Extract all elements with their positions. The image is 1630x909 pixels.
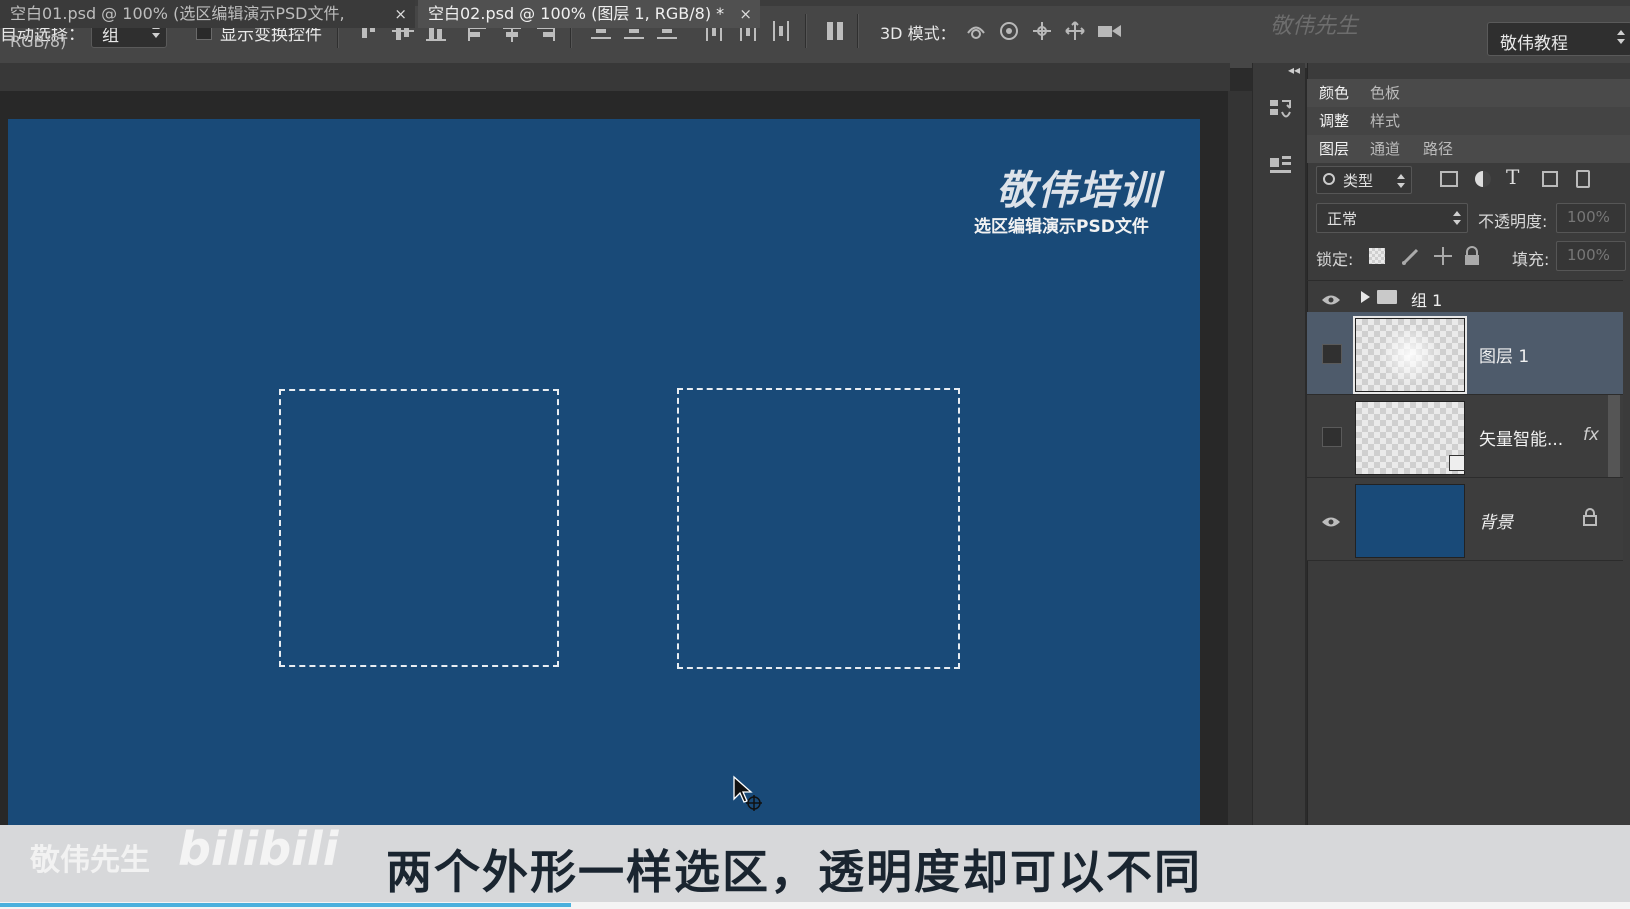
filter-shape-icon[interactable] — [1542, 171, 1558, 187]
toolbar-divider — [857, 14, 859, 48]
dropdown-arrows-icon — [1397, 173, 1405, 189]
folder-icon — [1377, 290, 1397, 304]
tab-document-2[interactable]: 空白02.psd @ 100% (图层 1, RGB/8) * × — [418, 0, 760, 28]
selection-marquee-left[interactable] — [279, 389, 559, 667]
layer-group-row[interactable]: 组 1 — [1307, 280, 1623, 314]
adjust-panel-tabs — [1307, 107, 1630, 135]
3d-pan-icon[interactable] — [1031, 20, 1053, 42]
layer-row[interactable]: 矢量智能... fx — [1307, 395, 1623, 478]
canvas-logo-subtitle: 选区编辑演示PSD文件 — [974, 217, 1149, 237]
3d-roll-icon[interactable] — [998, 20, 1020, 42]
workspace-value: 敬伟教程 — [1500, 34, 1568, 54]
layer-row[interactable]: 背景 — [1307, 478, 1623, 561]
filter-smartobject-icon[interactable] — [1576, 170, 1590, 188]
workspace-dropdown[interactable]: 敬伟教程 — [1487, 22, 1630, 56]
layers-panel-tabs — [1307, 135, 1630, 163]
lock-pixels-icon[interactable] — [1400, 245, 1422, 267]
history-panel-icon[interactable] — [1268, 97, 1294, 123]
group-name: 组 1 — [1411, 291, 1443, 310]
lock-position-icon[interactable] — [1432, 245, 1454, 267]
layer-row-selected[interactable]: 图层 1 — [1307, 312, 1623, 395]
eye-icon[interactable] — [1321, 513, 1341, 527]
fill-field[interactable]: 100% — [1556, 241, 1626, 271]
blend-mode-dropdown[interactable]: 正常 — [1316, 203, 1468, 233]
collapse-panels-icon[interactable]: ◂◂ — [1288, 63, 1300, 77]
tab-color[interactable]: 颜色 — [1319, 82, 1349, 103]
layer-name[interactable]: 背景 — [1479, 508, 1513, 533]
selection-marquee-right[interactable] — [677, 388, 960, 669]
tab-channels[interactable]: 通道 — [1370, 138, 1400, 159]
eye-icon[interactable] — [1321, 291, 1341, 305]
expand-arrow-icon[interactable] — [1361, 291, 1370, 303]
opacity-label: 不透明度: — [1478, 212, 1548, 231]
layer-filter-dropdown[interactable]: 类型 — [1316, 166, 1412, 194]
tab-document-1[interactable]: 空白01.psd @ 100% (选区编辑演示PSD文件, RGB/8) × — [0, 0, 415, 51]
layer-name[interactable]: 矢量智能... — [1479, 425, 1563, 450]
visibility-toggle[interactable] — [1322, 344, 1342, 364]
layer-thumbnail — [1355, 318, 1465, 392]
fill-value: 100% — [1567, 246, 1610, 264]
fx-icon[interactable]: fx — [1583, 425, 1599, 445]
lock-label: 锁定: — [1316, 250, 1354, 269]
tab-swatches[interactable]: 色板 — [1370, 82, 1400, 103]
toolbar-divider — [805, 14, 807, 48]
lock-icon — [1583, 508, 1597, 526]
dropdown-arrows-icon — [1453, 210, 1461, 226]
fill-label: 填充: — [1512, 250, 1550, 269]
opacity-field[interactable]: 100% — [1556, 203, 1626, 233]
lock-transparency-icon[interactable] — [1369, 248, 1385, 264]
filter-kind-value: 类型 — [1343, 172, 1374, 190]
3d-slide-icon[interactable] — [1064, 20, 1086, 42]
dropdown-arrows-icon — [1617, 29, 1625, 45]
document-tab-bar — [0, 63, 1230, 91]
watermark-text: 敬伟先生 — [1270, 14, 1359, 39]
color-panel-tabs — [1307, 79, 1630, 107]
tab-layers[interactable]: 图层 — [1319, 138, 1349, 159]
search-icon — [1323, 173, 1335, 185]
video-progress-fill — [0, 903, 571, 907]
move-cursor-icon — [732, 775, 764, 813]
channel-watermark: 敬伟先生 — [30, 843, 150, 878]
layer-name[interactable]: 图层 1 — [1479, 342, 1529, 367]
canvas-scrollbar[interactable] — [1228, 91, 1252, 825]
smart-object-badge-icon — [1449, 455, 1465, 471]
video-subtitle: 两个外形一样选区，透明度却可以不同 — [386, 845, 1202, 899]
filter-pixel-icon[interactable] — [1440, 171, 1458, 187]
tab-paths[interactable]: 路径 — [1423, 138, 1453, 159]
close-icon[interactable]: × — [394, 0, 407, 28]
properties-panel-icon[interactable] — [1268, 152, 1294, 178]
3d-camera-icon[interactable] — [1097, 20, 1121, 42]
close-icon[interactable]: × — [739, 0, 752, 28]
canvas-logo-text: 敬伟培训 — [996, 168, 1160, 214]
bilibili-logo: bilibili — [178, 822, 339, 876]
3d-rotate-icon[interactable] — [965, 20, 987, 42]
distribute-right-icon[interactable] — [770, 20, 792, 42]
layers-scrollbar[interactable] — [1608, 395, 1620, 477]
tab-label: 空白02.psd @ 100% (图层 1, RGB/8) * — [428, 4, 725, 23]
3d-mode-label: 3D 模式： — [880, 24, 956, 43]
visibility-toggle[interactable] — [1322, 427, 1342, 447]
auto-align-icon[interactable] — [824, 20, 846, 42]
filter-type-icon[interactable]: T — [1506, 165, 1519, 189]
layer-thumbnail — [1355, 484, 1465, 558]
tab-styles[interactable]: 样式 — [1370, 110, 1400, 131]
filter-adjustment-icon[interactable] — [1475, 171, 1491, 187]
opacity-value: 100% — [1567, 208, 1610, 226]
blend-mode-value: 正常 — [1327, 210, 1358, 228]
tab-adjustments[interactable]: 调整 — [1319, 110, 1349, 131]
lock-all-icon[interactable] — [1463, 246, 1481, 266]
